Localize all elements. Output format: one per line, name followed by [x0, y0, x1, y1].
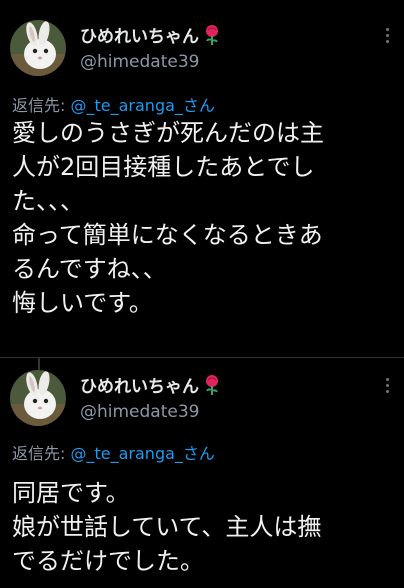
reply-to-line: 返信先: @_te_aranga_さん — [12, 92, 215, 116]
tweet-body-line: 人が2回目接種したあとでし — [12, 153, 315, 181]
reply-to-label: 返信先: — [12, 444, 66, 463]
tweet-body: 愛しのうさぎが死んだのは主 人が2回目接種したあとでし た、、、 命って簡単にな… — [12, 116, 396, 320]
tweet-body-line: でるだけでした。 — [12, 547, 204, 575]
author-handle[interactable]: @himedate39 — [80, 52, 199, 72]
tweet-body-line: た、、、 — [12, 187, 84, 215]
reply-mention-link[interactable]: @_te_aranga_さん — [71, 96, 215, 115]
tweet-body-line: 娘が世話していて、主人は撫 — [12, 513, 322, 541]
tweet-body-line: 命って簡単になくなるときあ — [12, 221, 323, 249]
tweet-body-line: 同居です。 — [12, 479, 130, 507]
tweet-body-line: 悔しいです。 — [12, 289, 153, 317]
tweet-2[interactable]: ひめれいちゃん @himedate39 返信先: @_te_aranga_さん … — [0, 358, 404, 588]
author-name-row[interactable]: ひめれいちゃん — [80, 372, 221, 397]
reply-mention-link[interactable]: @_te_aranga_さん — [71, 444, 215, 463]
display-name[interactable]: ひめれいちゃん — [80, 372, 199, 397]
reply-to-line: 返信先: @_te_aranga_さん — [12, 440, 215, 464]
rose-icon — [206, 374, 218, 395]
tweet-body-line: るんですね、、 — [12, 255, 167, 283]
avatar[interactable] — [10, 20, 66, 76]
more-options-icon[interactable] — [386, 28, 390, 44]
rose-icon — [206, 24, 218, 45]
more-options-icon[interactable] — [386, 378, 390, 394]
reply-to-label: 返信先: — [12, 96, 66, 115]
rabbit-avatar-image — [10, 20, 66, 76]
tweet-body: 同居です。 娘が世話していて、主人は撫 でるだけでした。 — [12, 476, 396, 578]
rabbit-avatar-image — [10, 370, 66, 426]
author-name-row[interactable]: ひめれいちゃん — [80, 22, 221, 47]
display-name[interactable]: ひめれいちゃん — [80, 22, 199, 47]
tweet-body-line: 愛しのうさぎが死んだのは主 — [12, 119, 324, 147]
avatar[interactable] — [10, 370, 66, 426]
author-handle[interactable]: @himedate39 — [80, 402, 199, 422]
tweet-1[interactable]: ひめれいちゃん @himedate39 返信先: @_te_aranga_さん … — [0, 0, 404, 358]
